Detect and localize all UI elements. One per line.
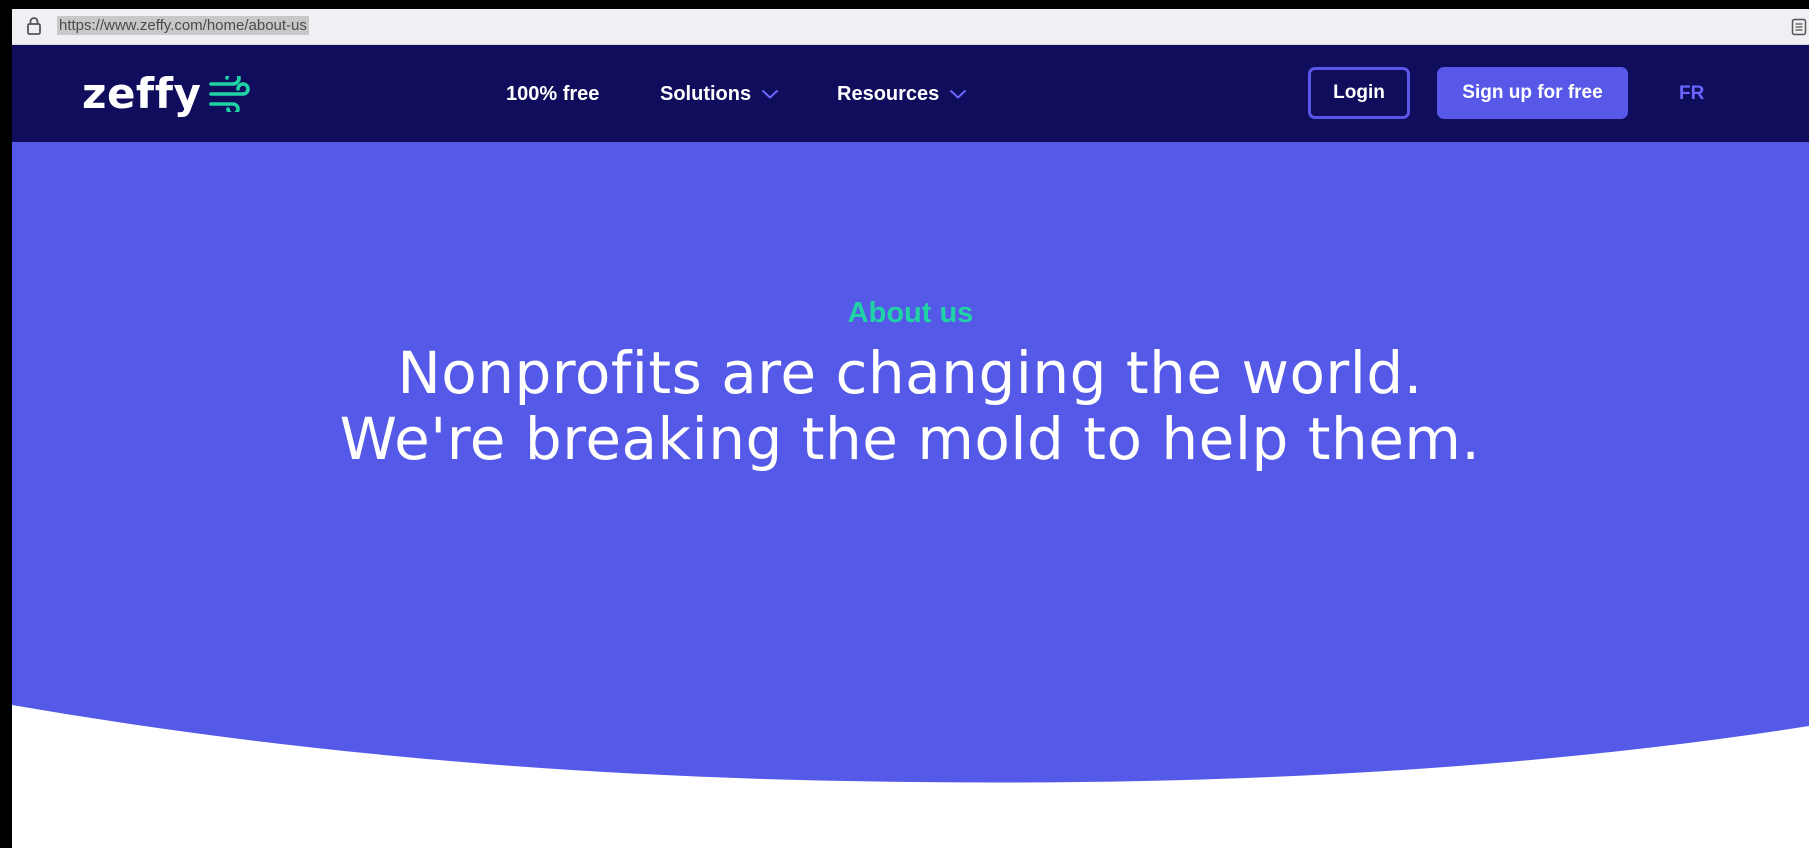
logo-wordmark: zeffy <box>82 69 202 118</box>
hero-section: About us Nonprofits are changing the wor… <box>12 142 1809 848</box>
hero-curved-background <box>12 142 1809 783</box>
url-text[interactable]: https://www.zeffy.com/home/about-us <box>57 16 309 35</box>
nav-link-label: 100% free <box>506 83 600 105</box>
hero-eyebrow: About us <box>847 297 974 329</box>
wind-icon <box>209 76 251 112</box>
reader-mode-icon[interactable] <box>1791 18 1807 36</box>
address-bar[interactable]: https://www.zeffy.com/home/about-us <box>12 9 1809 45</box>
lock-icon <box>27 17 41 35</box>
zeffy-logo[interactable]: zeffy <box>82 71 253 117</box>
nav-link-free[interactable]: 100% free <box>506 81 599 107</box>
hero-headline: Nonprofits are changing the world. We're… <box>339 339 1481 473</box>
language-switch-link[interactable]: FR <box>1679 81 1704 107</box>
login-button[interactable]: Login <box>1308 67 1410 119</box>
browser-window: https://www.zeffy.com/home/about-us zeff… <box>12 9 1809 848</box>
nav-link-resources[interactable]: Resources <box>837 81 967 107</box>
signup-button[interactable]: Sign up for free <box>1437 67 1628 119</box>
site-header: zeffy 100% free Solutions Resources Logi… <box>12 45 1809 142</box>
nav-link-label: Solutions <box>660 83 752 105</box>
nav-link-label: Resources <box>837 83 940 105</box>
nav-link-solutions[interactable]: Solutions <box>660 81 779 107</box>
chevron-down-icon <box>950 90 967 99</box>
chevron-down-icon <box>762 90 779 99</box>
